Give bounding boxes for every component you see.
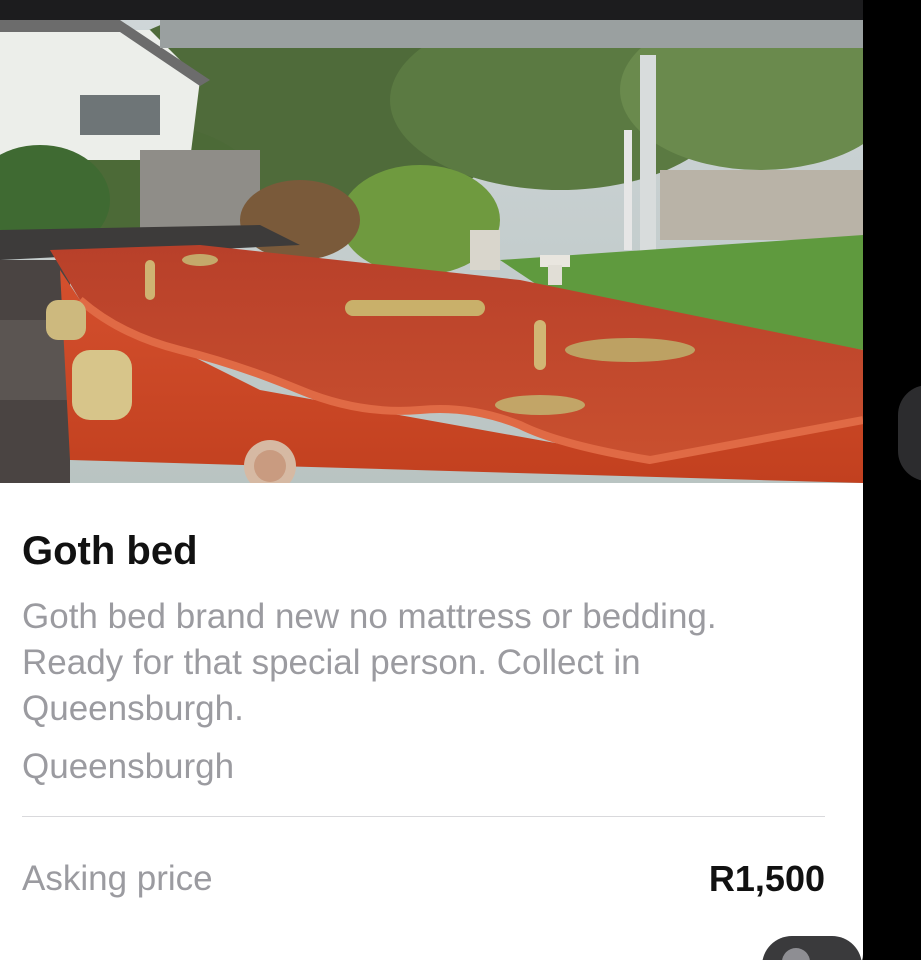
listing-photo[interactable] [0,20,863,483]
side-scroll-handle[interactable] [898,385,921,481]
divider [22,816,825,817]
screen: Goth bed Goth bed brand new no mattress … [0,0,921,960]
listing-description: Goth bed brand new no mattress or beddin… [22,597,717,728]
listing-card[interactable]: Goth bed Goth bed brand new no mattress … [0,20,863,960]
price-label: Asking price [22,859,213,898]
price-value: R1,500 [708,858,825,899]
listing-title: Goth bed [22,529,198,573]
top-bar [0,0,863,22]
bottom-control[interactable] [762,936,862,960]
listing-location: Queensburgh [22,747,235,786]
